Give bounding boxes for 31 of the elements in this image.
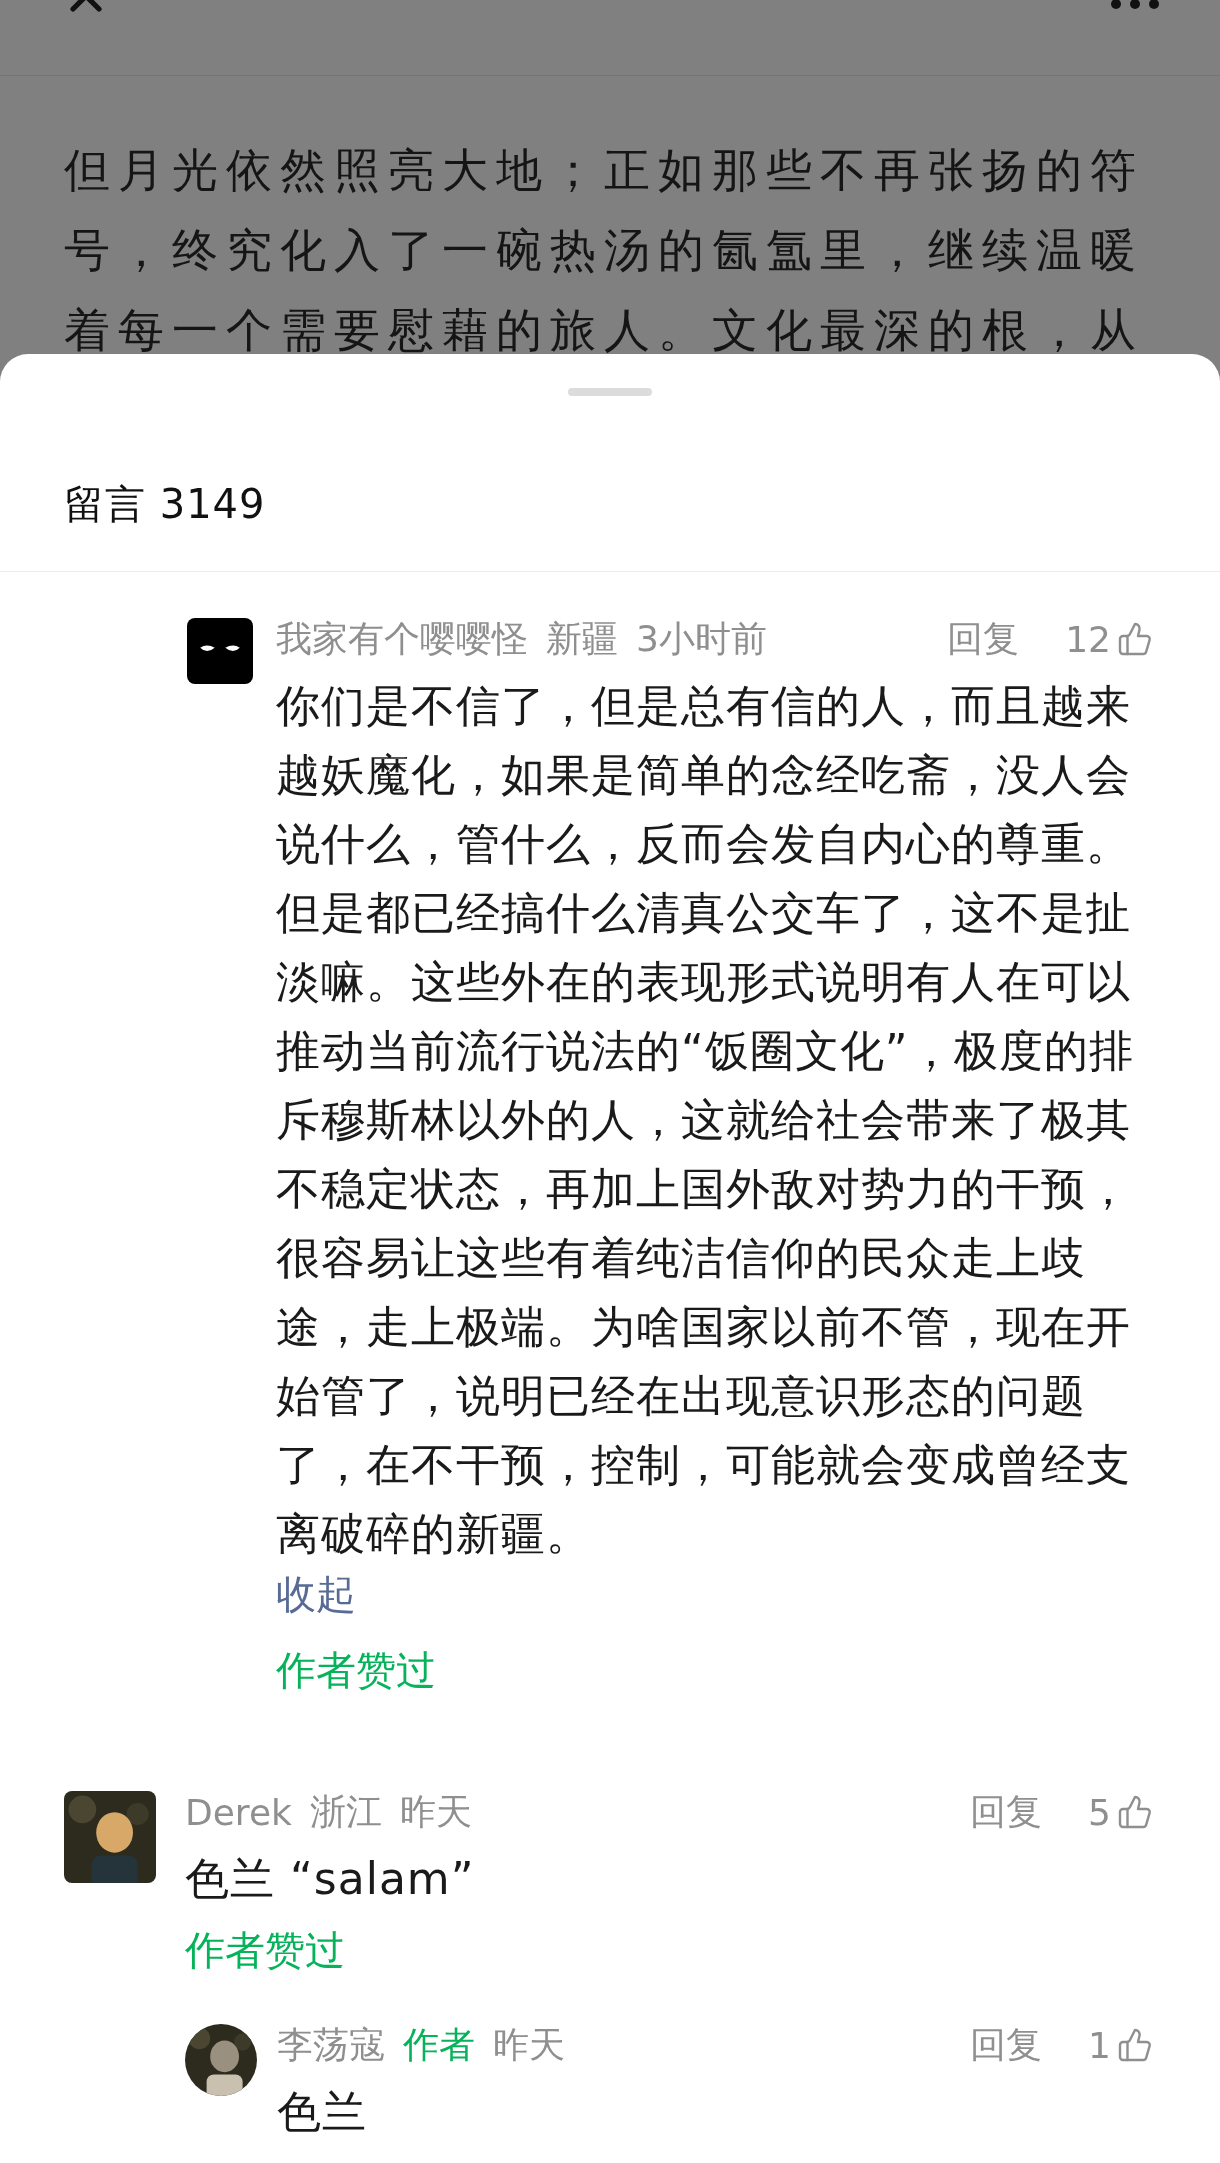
like-count: 1 bbox=[1088, 2024, 1111, 2066]
drag-handle[interactable] bbox=[568, 388, 652, 396]
like-count: 12 bbox=[1065, 618, 1111, 660]
avatar bbox=[187, 618, 253, 684]
like-icon[interactable] bbox=[1117, 2027, 1153, 2063]
comment-time: 3小时前 bbox=[636, 616, 767, 661]
comment-text: 你们是不信了，但是总有信的人，而且越来越妖魔化，如果是简单的念经吃斋，没人会说什么，管什么，反而会发自内心的尊重。但是都已经搞什么清真公交车了，这不是扯淡嘛。这些外在的表现形式说明有人在可以推动当前流行说法的“饭圈文化”，极度的排斥穆斯林以外的人，这就给社会带来了极其不稳定状态，再加上国外敌对势力的干预，很容易让这些有着纯洁信仰的民众走上歧途，走上极端。为啥国家以前不管，现在开始管了，说明已经在出现意识形态的问题了，在不干预，控制，可能就会变成曾经支离破碎的新疆。 bbox=[276, 679, 1135, 1561]
reply-link[interactable]: 回复 bbox=[947, 614, 1020, 664]
collapse-link[interactable]: 收起 bbox=[276, 1568, 356, 1620]
user-name: Derek bbox=[185, 1791, 292, 1833]
reply-text: 色兰 bbox=[277, 2085, 368, 2139]
like-icon[interactable] bbox=[1117, 1794, 1153, 1830]
reply-link[interactable]: 回复 bbox=[970, 2020, 1043, 2070]
user-name: 李荡寇 bbox=[277, 2022, 385, 2067]
article-text: 号，终究化入了一碗热汤的氤氲里，继续温暖 bbox=[64, 222, 1145, 279]
author-liked-label: 作者赞过 bbox=[276, 1646, 436, 1695]
comments-title: 留言 3149 bbox=[64, 480, 267, 529]
comment-text: 色兰 “salam” bbox=[185, 1852, 476, 1906]
article-text: 但月光依然照亮大地；正如那些不再张扬的符 bbox=[64, 142, 1145, 199]
comment-time: 昨天 bbox=[493, 2022, 565, 2067]
user-name: 我家有个嘤嘤怪 bbox=[276, 616, 528, 661]
like-icon[interactable] bbox=[1117, 621, 1153, 657]
article-text: 着每一个需要慰藉的旅人。文化最深的根，从 bbox=[64, 302, 1145, 355]
region-label: 浙江 bbox=[309, 1789, 382, 1834]
author-label: 作者 bbox=[403, 2022, 475, 2067]
reply-link[interactable]: 回复 bbox=[970, 1787, 1043, 1837]
author-liked-label: 作者赞过 bbox=[185, 1926, 345, 1975]
like-count: 5 bbox=[1088, 1791, 1111, 1833]
more-icon[interactable] bbox=[1110, 0, 1160, 12]
comment-time: 昨天 bbox=[399, 1789, 472, 1834]
region-label: 新疆 bbox=[546, 616, 618, 661]
